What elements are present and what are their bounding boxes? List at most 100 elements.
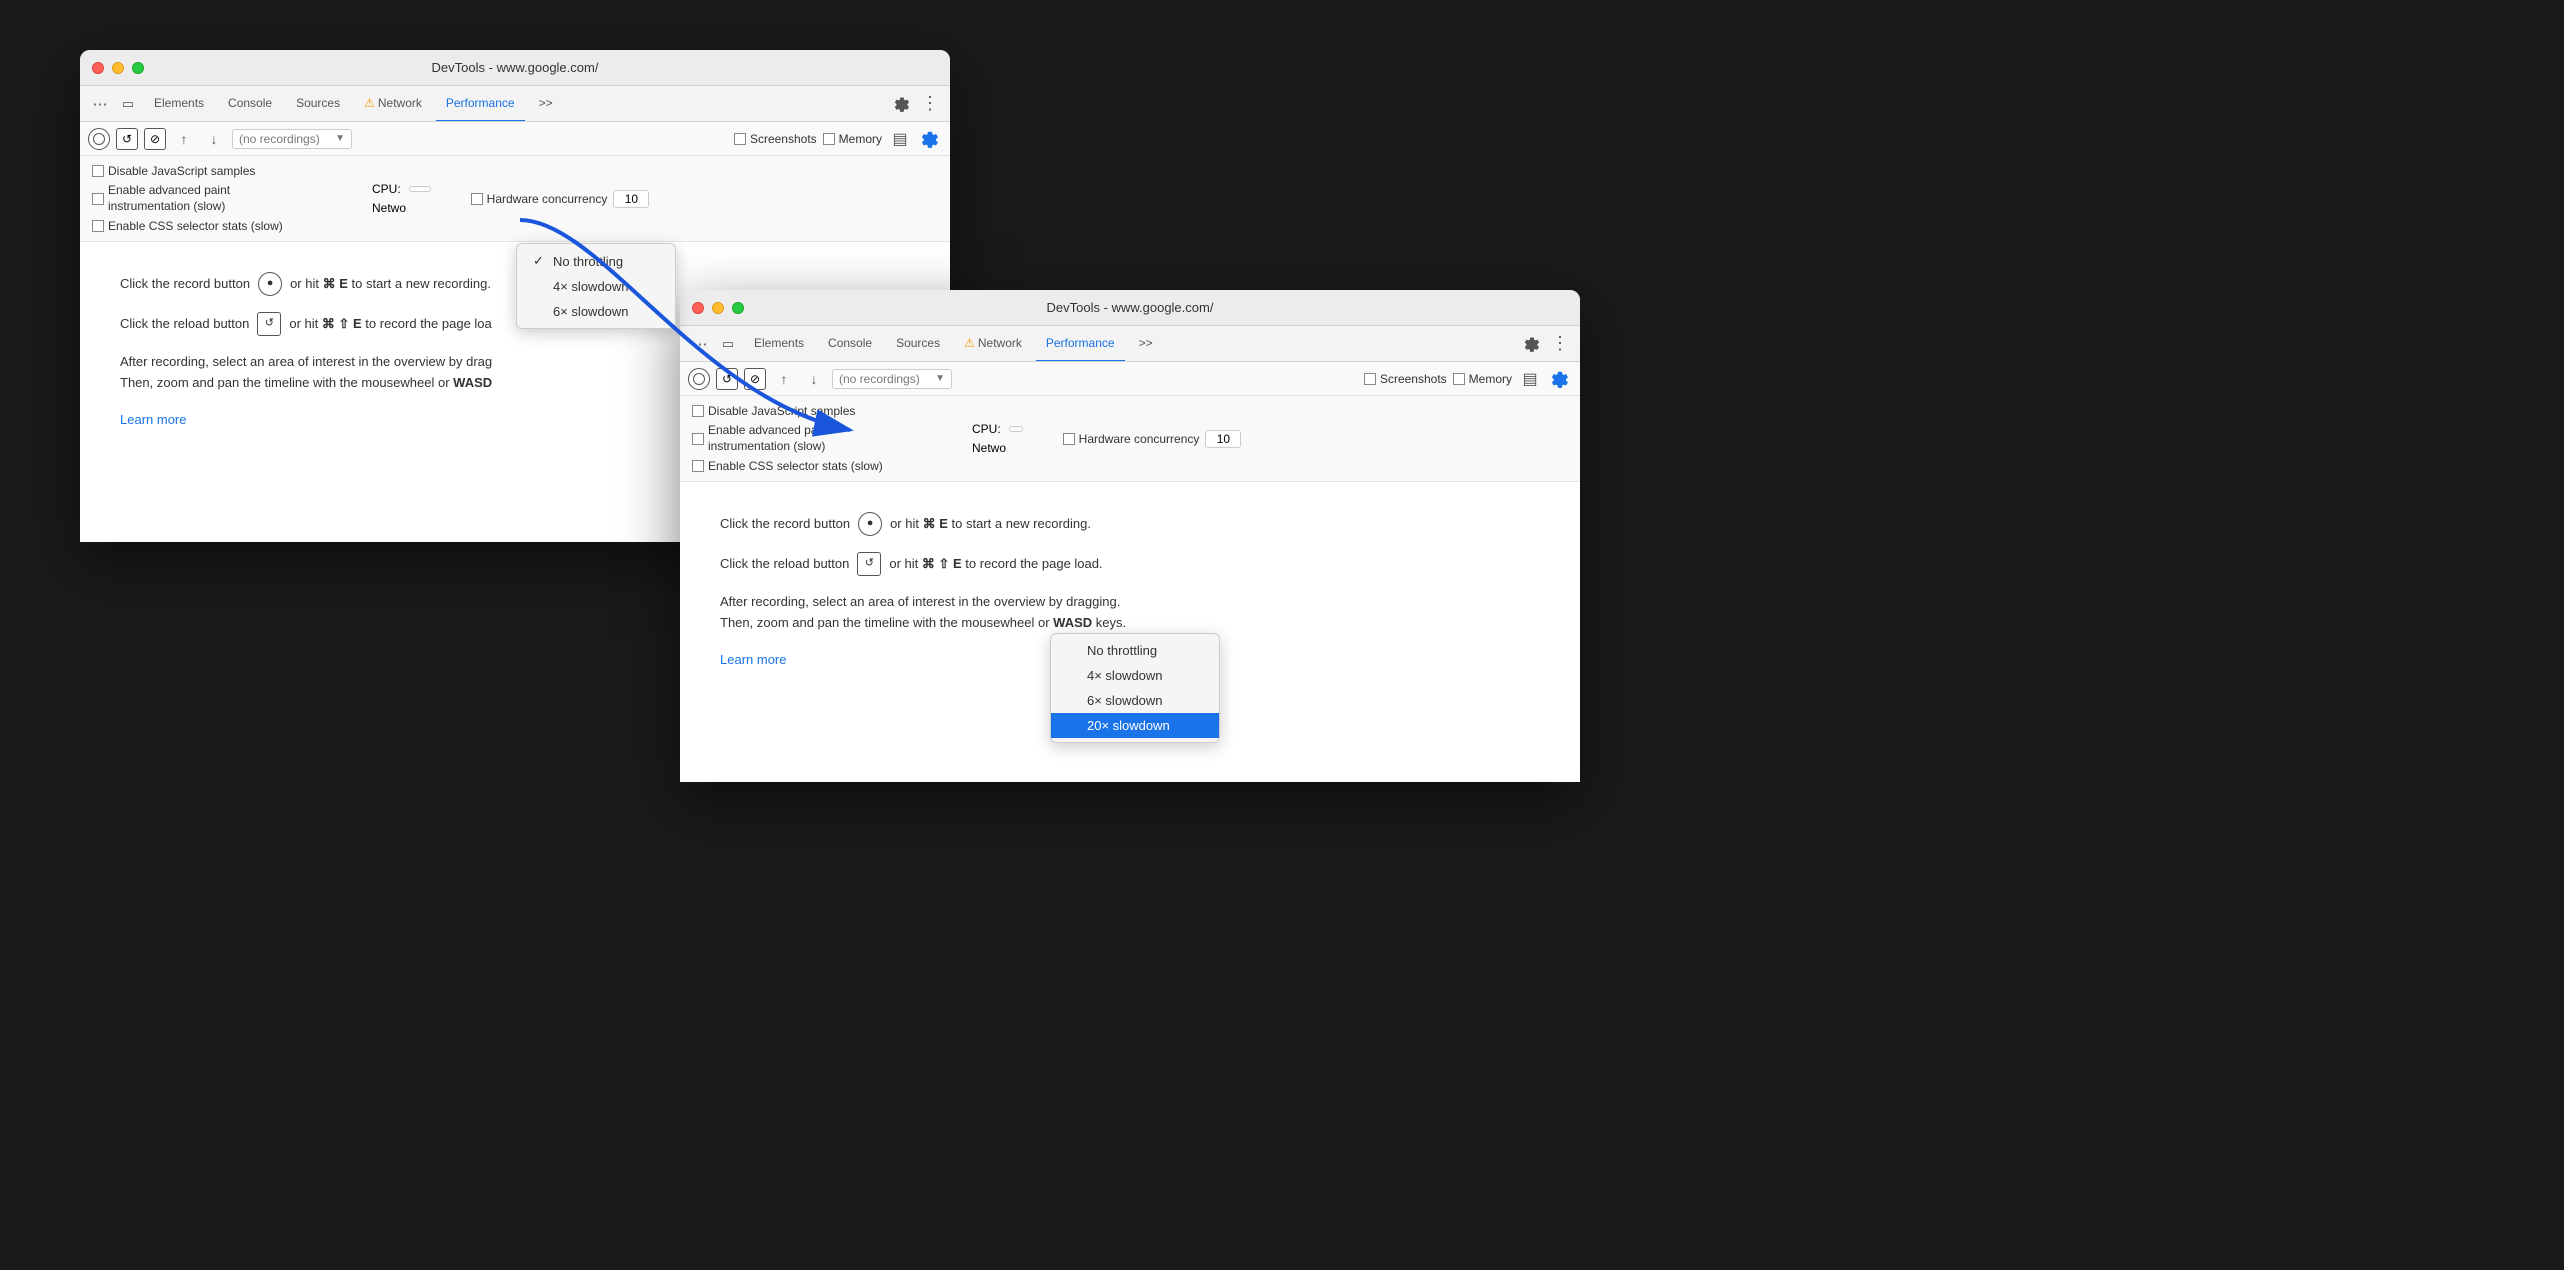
- recording-toolbar-front: ↺ ⊘ ↑ ↓ (no recordings) ▼ Screenshots Me…: [680, 362, 1580, 396]
- inspect-icon-front[interactable]: ⋯: [688, 332, 712, 356]
- device-icon-front[interactable]: ▭: [716, 332, 740, 356]
- download-icon-front[interactable]: ↓: [802, 367, 826, 391]
- maximize-button-front[interactable]: [732, 302, 744, 314]
- css-selector-back[interactable]: Enable CSS selector stats (slow): [92, 219, 352, 233]
- disable-js-label-front: Disable JavaScript samples: [708, 404, 855, 418]
- settings-icon-front[interactable]: [1520, 332, 1544, 356]
- download-icon-back[interactable]: ↓: [202, 127, 226, 151]
- disable-js-front[interactable]: Disable JavaScript samples: [692, 404, 952, 418]
- dropdown-item-20x-front[interactable]: 20× slowdown: [1051, 713, 1219, 738]
- cpu-label-back: CPU:: [372, 182, 401, 196]
- memory-cb-icon-front: [1453, 373, 1465, 385]
- hardware-input-front[interactable]: [1205, 430, 1241, 448]
- screenshots-label-front: Screenshots: [1380, 372, 1447, 386]
- network-warning-icon-front: ⚠: [964, 336, 975, 350]
- inspect-icon[interactable]: ⋯: [88, 92, 112, 116]
- more-options-icon-front[interactable]: ⋮: [1548, 332, 1572, 356]
- traffic-lights-back: [92, 62, 144, 74]
- css-selector-cb-front: [692, 460, 704, 472]
- css-selector-label-back: Enable CSS selector stats (slow): [108, 219, 283, 233]
- dropdown-item-6x-front[interactable]: 6× slowdown: [1051, 688, 1219, 713]
- dropdown-label-4x-front: 4× slowdown: [1087, 668, 1163, 683]
- hardware-label-back: Hardware concurrency: [487, 192, 608, 206]
- settings-icon-back[interactable]: [890, 92, 914, 116]
- hardware-concurrency-front[interactable]: Hardware concurrency: [1063, 432, 1200, 446]
- upload-icon-back[interactable]: ↑: [172, 127, 196, 151]
- memory-label-back: Memory: [839, 132, 882, 146]
- recordings-select-back[interactable]: (no recordings) ▼: [232, 129, 352, 149]
- css-selector-front[interactable]: Enable CSS selector stats (slow): [692, 459, 952, 473]
- learn-more-link-back[interactable]: Learn more: [120, 412, 186, 427]
- tab-sources-front[interactable]: Sources: [886, 326, 950, 362]
- reload-text-front: Click the reload button: [720, 554, 849, 575]
- title-bar-back: DevTools - www.google.com/: [80, 50, 950, 86]
- learn-more-link-front[interactable]: Learn more: [720, 652, 786, 667]
- screenshots-cb-icon-back: [734, 133, 746, 145]
- memory-icon-front[interactable]: ▤: [1518, 367, 1542, 391]
- desc-line2-back: Then, zoom and pan the timeline with the…: [120, 375, 492, 390]
- desc-line1-back: After recording, select an area of inter…: [120, 354, 492, 369]
- network-label-back: Netwo: [372, 201, 406, 215]
- dropdown-item-6x-back[interactable]: 6× slowdown: [517, 299, 675, 324]
- close-button-front[interactable]: [692, 302, 704, 314]
- window-title-front: DevTools - www.google.com/: [1047, 300, 1214, 315]
- tab-more-back[interactable]: >>: [529, 86, 563, 122]
- dropdown-item-4x-front[interactable]: 4× slowdown: [1051, 663, 1219, 688]
- title-bar-front: DevTools - www.google.com/: [680, 290, 1580, 326]
- advanced-paint-label-front: Enable advanced paintinstrumentation (sl…: [708, 423, 830, 454]
- screenshots-checkbox-front[interactable]: Screenshots: [1364, 372, 1447, 386]
- tab-console-back[interactable]: Console: [218, 86, 282, 122]
- network-row-front: Netwo: [972, 441, 1023, 455]
- recordings-select-front[interactable]: (no recordings) ▼: [832, 369, 952, 389]
- settings-blue-icon-front[interactable]: [1548, 367, 1572, 391]
- reload-record-button-back[interactable]: ↺: [116, 128, 138, 150]
- hardware-input-back[interactable]: [613, 190, 649, 208]
- record-shortcut-front: or hit ⌘ E to start a new recording.: [890, 514, 1091, 535]
- cpu-select-back[interactable]: [409, 186, 431, 192]
- tab-sources-back[interactable]: Sources: [286, 86, 350, 122]
- minimize-button-back[interactable]: [112, 62, 124, 74]
- disable-js-back[interactable]: Disable JavaScript samples: [92, 164, 352, 178]
- tab-console-front[interactable]: Console: [818, 326, 882, 362]
- upload-icon-front[interactable]: ↑: [772, 367, 796, 391]
- tab-more-front[interactable]: >>: [1129, 326, 1163, 362]
- stop-button-back[interactable]: ⊘: [144, 128, 166, 150]
- advanced-paint-cb-back: [92, 193, 104, 205]
- select-arrow-icon-front: ▼: [935, 373, 945, 384]
- stop-button-front[interactable]: ⊘: [744, 368, 766, 390]
- cpu-select-front[interactable]: [1009, 426, 1023, 432]
- memory-label-front: Memory: [1469, 372, 1512, 386]
- record-button-back[interactable]: [88, 128, 110, 150]
- minimize-button-front[interactable]: [712, 302, 724, 314]
- close-button-back[interactable]: [92, 62, 104, 74]
- tab-network-front[interactable]: ⚠Network: [954, 326, 1032, 362]
- record-btn-icon-back: ●: [258, 272, 282, 296]
- tab-network-back[interactable]: ⚠Network: [354, 86, 432, 122]
- tab-performance-back[interactable]: Performance: [436, 86, 525, 122]
- dropdown-item-no-throttle-front[interactable]: No throttling: [1051, 638, 1219, 663]
- dropdown-item-no-throttle-back[interactable]: ✓ No throttling: [517, 248, 675, 274]
- dropdown-item-4x-back[interactable]: 4× slowdown: [517, 274, 675, 299]
- tab-performance-front[interactable]: Performance: [1036, 326, 1125, 362]
- tab-elements-back[interactable]: Elements: [144, 86, 214, 122]
- more-options-icon-back[interactable]: ⋮: [918, 92, 942, 116]
- traffic-lights-front: [692, 302, 744, 314]
- advanced-paint-front[interactable]: Enable advanced paintinstrumentation (sl…: [692, 423, 952, 454]
- advanced-paint-back[interactable]: Enable advanced paintinstrumentation (sl…: [92, 183, 352, 214]
- record-instruction-front: Click the record button ● or hit ⌘ E to …: [720, 512, 1540, 536]
- memory-checkbox-front[interactable]: Memory: [1453, 372, 1512, 386]
- cpu-dropdown-front: No throttling 4× slowdown 6× slowdown 20…: [1050, 633, 1220, 743]
- device-icon[interactable]: ▭: [116, 92, 140, 116]
- record-button-front[interactable]: [688, 368, 710, 390]
- memory-checkbox-back[interactable]: Memory: [823, 132, 882, 146]
- screenshots-checkbox-back[interactable]: Screenshots: [734, 132, 817, 146]
- hardware-concurrency-back[interactable]: Hardware concurrency: [471, 192, 608, 206]
- maximize-button-back[interactable]: [132, 62, 144, 74]
- screenshots-cb-icon-front: [1364, 373, 1376, 385]
- reload-record-button-front[interactable]: ↺: [716, 368, 738, 390]
- dropdown-label-no-throttle-back: No throttling: [553, 254, 623, 269]
- memory-icon-back[interactable]: ▤: [888, 127, 912, 151]
- settings-blue-icon-back[interactable]: [918, 127, 942, 151]
- options-area-front: Disable JavaScript samples Enable advanc…: [680, 396, 1580, 482]
- tab-elements-front[interactable]: Elements: [744, 326, 814, 362]
